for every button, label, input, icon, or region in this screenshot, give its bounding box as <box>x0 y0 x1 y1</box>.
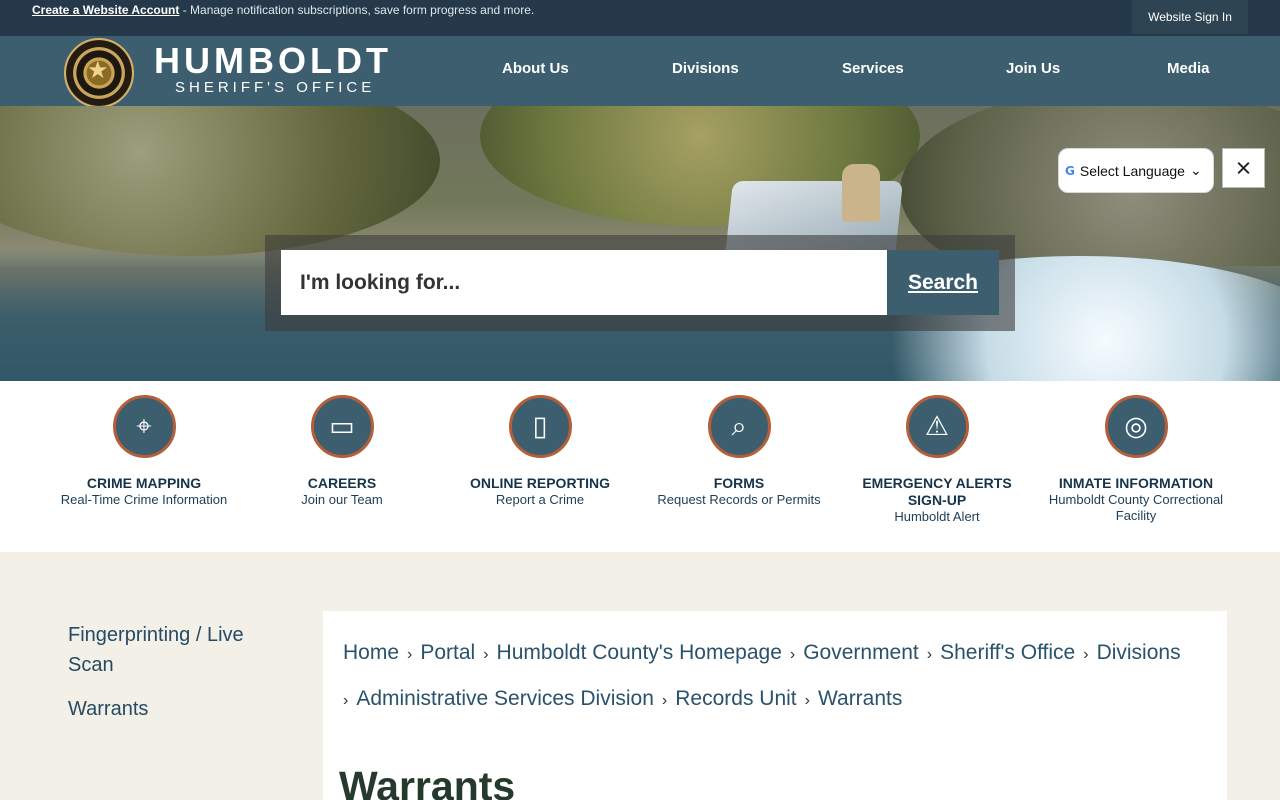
breadcrumb-separator-icon: › <box>661 692 668 709</box>
breadcrumb-divisions[interactable]: Divisions <box>1097 641 1181 664</box>
hero-deputy <box>842 164 880 222</box>
alert-icon: ⚠ <box>905 395 969 458</box>
close-translate-button[interactable]: × <box>1222 148 1265 188</box>
quick-link-subtitle: Humboldt Alert <box>894 509 980 524</box>
nav-services[interactable]: Services <box>842 60 904 77</box>
quick-link-title: INMATE INFORMATION <box>1058 475 1214 491</box>
breadcrumb: Home › Portal › Humboldt County's Homepage › G… <box>343 631 1223 723</box>
nav-join-us[interactable]: Join Us <box>1006 60 1060 77</box>
quick-link-title: EMERGENCY ALERTS SIGN-UP <box>862 475 1012 508</box>
sidebar-item-fingerprinting[interactable]: Fingerprinting / Live Scan <box>68 620 268 680</box>
breadcrumb-separator-icon: › <box>343 692 349 709</box>
sidebar-item-warrants[interactable]: Warrants <box>68 694 268 724</box>
quick-link-online-reporting[interactable]: ▯ ONLINE REPORTING Report a Crime <box>448 395 632 508</box>
site-header: ★ HUMBOLDT SHERIFF'S OFFICE About Us Div… <box>0 36 1280 108</box>
breadcrumb-admin-services[interactable]: Administrative Services Division <box>356 687 654 710</box>
hero-rocks-left <box>0 106 440 256</box>
language-select[interactable]: G Select Language ⌄ <box>1058 148 1214 193</box>
brand-subtitle[interactable]: SHERIFF'S OFFICE <box>175 79 375 96</box>
quick-link-title: CAREERS <box>307 475 377 491</box>
website-sign-in-button[interactable]: Website Sign In <box>1132 0 1248 34</box>
quick-link-forms[interactable]: ⌕ FORMS Request Records or Permits <box>647 395 831 508</box>
star-icon: ★ <box>87 56 109 84</box>
sidebar-nav: Fingerprinting / Live Scan Warrants <box>68 620 268 738</box>
quick-link-subtitle: Real-Time Crime Information <box>60 492 228 507</box>
google-translate-icon: G <box>1065 163 1075 178</box>
breadcrumb-home[interactable]: Home <box>343 641 399 664</box>
quick-link-subtitle: Request Records or Permits <box>657 492 821 507</box>
breadcrumb-warrants: Warrants <box>817 687 903 710</box>
quick-link-emergency-alerts[interactable]: ⚠ EMERGENCY ALERTS SIGN-UP Humboldt Aler… <box>845 395 1029 525</box>
breadcrumb-separator-icon: › <box>926 646 933 663</box>
search-input[interactable]: I'm looking for... <box>281 250 887 315</box>
nav-divisions[interactable]: Divisions <box>672 60 739 77</box>
breadcrumb-sheriffs-office[interactable]: Sheriff's Office <box>940 641 1075 664</box>
brand-name[interactable]: HUMBOLDT <box>154 40 392 82</box>
quick-link-title: ONLINE REPORTING <box>469 475 610 491</box>
search-button[interactable]: Search <box>887 250 999 315</box>
quick-link-crime-mapping[interactable]: ⌖ CRIME MAPPING Real-Time Crime Informat… <box>52 395 236 508</box>
create-account-link[interactable]: Create a Website Account <box>32 3 179 17</box>
quick-link-title: FORMS <box>713 475 765 491</box>
page-title: Warrants <box>339 763 516 800</box>
account-note-text: - Manage notification subscriptions, sav… <box>179 3 535 17</box>
utility-bar: Create a Website Account - Manage notifi… <box>0 0 1280 36</box>
quick-link-inmate-information[interactable]: ◎ INMATE INFORMATION Humboldt County Cor… <box>1044 395 1228 524</box>
breadcrumb-government[interactable]: Government <box>803 641 919 664</box>
sheriff-seal-logo[interactable]: ★ <box>64 38 134 108</box>
quick-link-title: CRIME MAPPING <box>86 475 202 491</box>
quick-link-subtitle: Join our Team <box>301 492 383 507</box>
quick-link-subtitle: Humboldt County Correctional Facility <box>1048 492 1224 523</box>
folder-search-icon: ⌕ <box>707 395 771 458</box>
nav-about-us[interactable]: About Us <box>502 60 569 77</box>
map-pin-icon: ⌖ <box>112 395 176 458</box>
breadcrumb-county-homepage[interactable]: Humboldt County's Homepage <box>497 641 782 664</box>
quick-link-careers[interactable]: ▭ CAREERS Join our Team <box>250 395 434 508</box>
phone-icon: ▯ <box>508 395 572 458</box>
fingerprint-icon: ◎ <box>1104 395 1168 458</box>
account-note: Create a Website Account - Manage notifi… <box>32 3 534 17</box>
breadcrumb-separator-icon: › <box>1083 646 1089 663</box>
quick-link-subtitle: Report a Crime <box>495 492 585 507</box>
briefcase-icon: ▭ <box>310 395 374 458</box>
main-content: Home › Portal › Humboldt County's Homepage › G… <box>323 611 1227 800</box>
breadcrumb-portal[interactable]: Portal <box>420 641 475 664</box>
breadcrumb-records-unit[interactable]: Records Unit <box>675 687 796 710</box>
breadcrumb-separator-icon: › <box>804 692 810 709</box>
breadcrumb-separator-icon: › <box>407 646 413 663</box>
nav-media[interactable]: Media <box>1167 60 1210 77</box>
chevron-down-icon: ⌄ <box>1189 162 1202 178</box>
language-select-value: Select Language <box>1079 162 1185 179</box>
breadcrumb-separator-icon: › <box>483 646 489 663</box>
quick-links: ⌖ CRIME MAPPING Real-Time Crime Informat… <box>0 381 1280 552</box>
breadcrumb-separator-icon: › <box>789 646 796 663</box>
